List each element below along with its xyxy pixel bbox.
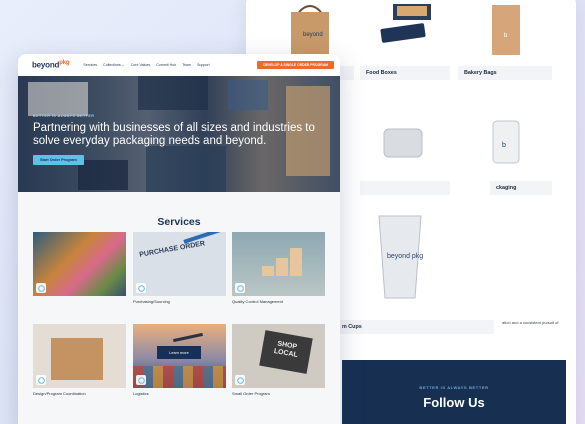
service-label: Design/Program Coordination xyxy=(33,391,86,396)
service-card[interactable]: Logistics xyxy=(133,324,226,396)
service-badge-icon xyxy=(36,375,46,385)
follow-kicker: BETTER IS ALWAYS BETTER xyxy=(419,385,489,390)
product-caption-pouch[interactable] xyxy=(360,181,450,195)
nav-link-team[interactable]: Team xyxy=(182,63,191,67)
service-label: Small Order Program xyxy=(232,391,270,396)
service-card[interactable]: Quality Control Management xyxy=(232,232,325,304)
hero-title: Partnering with businesses of all sizes … xyxy=(33,122,315,147)
service-badge-icon xyxy=(36,283,46,293)
side-note-text: ation and a consistent pursuit of xyxy=(502,320,559,325)
service-card[interactable]: SHOP LOCAL Small Order Program xyxy=(232,324,325,396)
svg-text:beyond: beyond xyxy=(303,32,323,38)
nav-link-collections[interactable]: Collections ⌄ xyxy=(103,63,125,67)
nav-link-support[interactable]: Support xyxy=(197,63,210,67)
service-badge-icon xyxy=(235,283,245,293)
service-badge-icon xyxy=(136,375,146,385)
product-caption-cups[interactable]: m Cups xyxy=(336,320,494,334)
service-card[interactable] xyxy=(33,232,126,296)
service-label: Logistics xyxy=(133,391,149,396)
follow-us-section: BETTER IS ALWAYS BETTER Follow Us xyxy=(342,360,566,424)
logo[interactable]: beyondpkg xyxy=(32,60,70,70)
food-box-image[interactable] xyxy=(371,0,441,54)
hero-kicker: BETTER IS ALWAYS BETTER xyxy=(33,114,95,118)
service-label: Purchasing/Sourcing xyxy=(133,299,170,304)
start-order-button[interactable]: Start Order Program xyxy=(33,155,84,165)
top-nav: beyondpkg Services Collections ⌄ Core Va… xyxy=(18,54,340,76)
swatch-hands-image xyxy=(33,232,126,296)
services-section: Services PURCHASE ORDER Purchasing/Sourc… xyxy=(18,192,340,424)
white-pouch-image[interactable]: b xyxy=(484,114,528,170)
follow-title: Follow Us xyxy=(423,395,485,410)
svg-text:b: b xyxy=(502,142,506,149)
purchase-order-image: PURCHASE ORDER xyxy=(133,232,226,296)
learn-more-button[interactable]: Learn more xyxy=(157,346,201,359)
service-card[interactable]: Design/Program Coordination xyxy=(33,324,126,396)
services-title: Services xyxy=(157,216,201,228)
nav-link-commit-hub[interactable]: Commit Hub xyxy=(156,63,176,67)
plastic-cup-image[interactable]: beyond pkg xyxy=(374,212,426,302)
product-caption-food-boxes[interactable]: Food Boxes xyxy=(360,66,450,80)
shop-local-sign-image: SHOP LOCAL xyxy=(232,324,325,388)
service-label: Quality Control Management xyxy=(232,299,283,304)
nav-links: Services Collections ⌄ Core Values Commi… xyxy=(83,63,209,67)
cta-button[interactable]: DEVELOP A SINGLE ORDER PROGRAM xyxy=(257,61,334,69)
homepage-window: beyondpkg Services Collections ⌄ Core Va… xyxy=(18,54,340,424)
product-caption-packaging[interactable]: ckaging xyxy=(490,181,552,195)
bakery-bag-image[interactable]: b xyxy=(476,0,536,60)
nav-link-services[interactable]: Services xyxy=(83,63,97,67)
service-badge-icon xyxy=(136,283,146,293)
service-badge-icon xyxy=(235,375,245,385)
cardboard-box-image xyxy=(33,324,126,388)
clear-pouch-image[interactable] xyxy=(378,120,428,166)
shopping-bag-image[interactable]: beyond xyxy=(280,0,340,60)
product-caption-bakery-bags[interactable]: Bakery Bags xyxy=(458,66,552,80)
hero-section: BETTER IS ALWAYS BETTER Partnering with … xyxy=(18,76,340,192)
blocks-image xyxy=(232,232,325,296)
nav-link-core-values[interactable]: Core Values xyxy=(131,63,151,67)
svg-text:beyond pkg: beyond pkg xyxy=(387,253,423,260)
service-card[interactable]: PURCHASE ORDER Purchasing/Sourcing xyxy=(133,232,226,304)
